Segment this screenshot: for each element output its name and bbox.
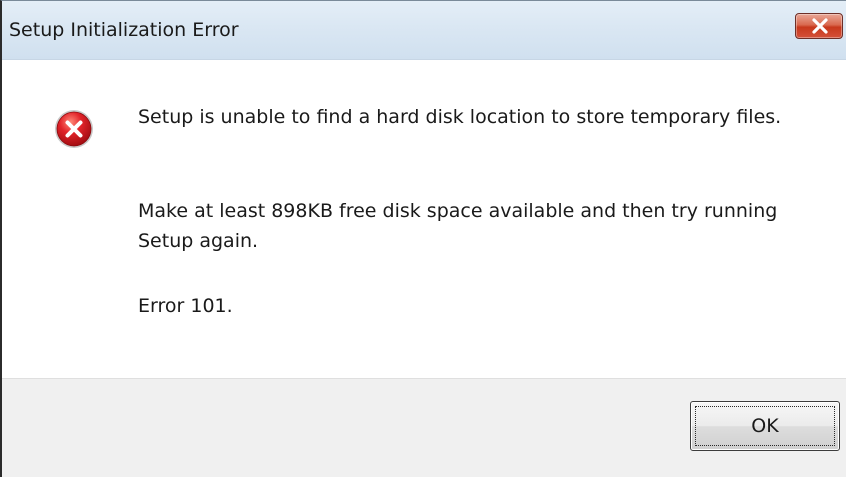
- ok-button[interactable]: OK: [690, 401, 840, 451]
- button-bar: OK: [2, 378, 846, 477]
- dialog-title: Setup Initialization Error: [9, 19, 239, 41]
- message-area: Setup is unable to find a hard disk loca…: [2, 60, 846, 378]
- error-icon: [55, 110, 93, 148]
- error-message-text: Setup is unable to find a hard disk loca…: [138, 106, 782, 128]
- title-bar[interactable]: Setup Initialization Error: [2, 1, 846, 60]
- close-button[interactable]: [795, 13, 843, 39]
- setup-error-dialog: Setup Initialization Error Setup is unab…: [0, 0, 846, 477]
- close-icon: [812, 18, 828, 34]
- ok-button-label: OK: [751, 415, 779, 437]
- disk-space-instruction: Make at least 898KB free disk space avai…: [138, 200, 778, 252]
- error-code: Error 101.: [138, 295, 233, 317]
